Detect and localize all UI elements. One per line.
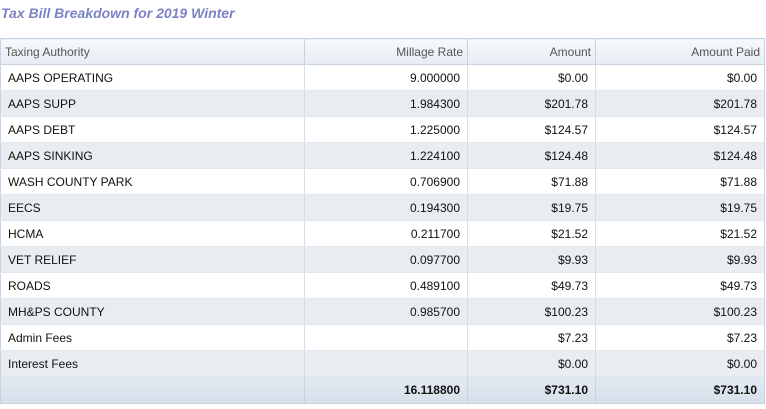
cell-amount-paid: $100.23 xyxy=(595,298,765,325)
totals-row: 16.118800 $731.10 $731.10 xyxy=(0,376,765,404)
cell-amount: $7.23 xyxy=(467,324,596,351)
column-header-taxing-authority[interactable]: Taxing Authority xyxy=(0,38,305,65)
cell-taxing-authority: WASH COUNTY PARK xyxy=(0,168,305,195)
total-millage-rate: 16.118800 xyxy=(304,376,468,404)
table-row: Interest Fees $0.00 $0.00 xyxy=(0,350,765,377)
cell-amount: $201.78 xyxy=(467,90,596,117)
table-header-row: Taxing Authority Millage Rate Amount Amo… xyxy=(0,38,765,65)
cell-amount-paid: $21.52 xyxy=(595,220,765,247)
cell-amount-paid: $124.48 xyxy=(595,142,765,169)
cell-amount: $124.48 xyxy=(467,142,596,169)
table-row: AAPS DEBT 1.225000 $124.57 $124.57 xyxy=(0,116,765,143)
cell-taxing-authority: EECS xyxy=(0,194,305,221)
cell-millage-rate: 0.985700 xyxy=(304,298,468,325)
tax-breakdown-table: Taxing Authority Millage Rate Amount Amo… xyxy=(0,38,765,404)
table-row: AAPS SUPP 1.984300 $201.78 $201.78 xyxy=(0,90,765,117)
cell-amount-paid: $124.57 xyxy=(595,116,765,143)
cell-amount: $71.88 xyxy=(467,168,596,195)
cell-millage-rate: 0.194300 xyxy=(304,194,468,221)
cell-amount-paid: $0.00 xyxy=(595,350,765,377)
cell-amount-paid: $201.78 xyxy=(595,90,765,117)
cell-millage-rate: 9.000000 xyxy=(304,64,468,91)
cell-millage-rate: 1.984300 xyxy=(304,90,468,117)
cell-amount: $124.57 xyxy=(467,116,596,143)
cell-amount: $9.93 xyxy=(467,246,596,273)
cell-millage-rate: 0.097700 xyxy=(304,246,468,273)
cell-millage-rate xyxy=(304,324,468,351)
cell-millage-rate: 1.224100 xyxy=(304,142,468,169)
cell-taxing-authority: MH&PS COUNTY xyxy=(0,298,305,325)
cell-taxing-authority: AAPS SINKING xyxy=(0,142,305,169)
cell-amount-paid: $7.23 xyxy=(595,324,765,351)
table-row: EECS 0.194300 $19.75 $19.75 xyxy=(0,194,765,221)
cell-amount: $21.52 xyxy=(467,220,596,247)
table-row: HCMA 0.211700 $21.52 $21.52 xyxy=(0,220,765,247)
cell-taxing-authority: VET RELIEF xyxy=(0,246,305,273)
cell-amount-paid: $9.93 xyxy=(595,246,765,273)
cell-millage-rate: 1.225000 xyxy=(304,116,468,143)
table-row: VET RELIEF 0.097700 $9.93 $9.93 xyxy=(0,246,765,273)
column-header-millage-rate[interactable]: Millage Rate xyxy=(304,38,468,65)
cell-amount-paid: $49.73 xyxy=(595,272,765,299)
cell-amount: $19.75 xyxy=(467,194,596,221)
cell-amount-paid: $71.88 xyxy=(595,168,765,195)
page-title: Tax Bill Breakdown for 2019 Winter xyxy=(1,5,235,21)
total-amount-paid: $731.10 xyxy=(595,376,765,404)
cell-amount-paid: $19.75 xyxy=(595,194,765,221)
cell-amount: $0.00 xyxy=(467,350,596,377)
table-row: ROADS 0.489100 $49.73 $49.73 xyxy=(0,272,765,299)
table-row: Admin Fees $7.23 $7.23 xyxy=(0,324,765,351)
table-row: AAPS OPERATING 9.000000 $0.00 $0.00 xyxy=(0,64,765,91)
cell-taxing-authority: AAPS OPERATING xyxy=(0,64,305,91)
column-header-amount[interactable]: Amount xyxy=(467,38,596,65)
column-header-amount-paid[interactable]: Amount Paid xyxy=(595,38,765,65)
cell-taxing-authority: Admin Fees xyxy=(0,324,305,351)
cell-taxing-authority: AAPS DEBT xyxy=(0,116,305,143)
cell-amount-paid: $0.00 xyxy=(595,64,765,91)
table-row: MH&PS COUNTY 0.985700 $100.23 $100.23 xyxy=(0,298,765,325)
table-row: AAPS SINKING 1.224100 $124.48 $124.48 xyxy=(0,142,765,169)
tax-bill-page: Tax Bill Breakdown for 2019 Winter Taxin… xyxy=(0,0,766,409)
cell-taxing-authority: Interest Fees xyxy=(0,350,305,377)
total-amount: $731.10 xyxy=(467,376,596,404)
cell-taxing-authority: HCMA xyxy=(0,220,305,247)
cell-millage-rate: 0.706900 xyxy=(304,168,468,195)
cell-amount: $0.00 xyxy=(467,64,596,91)
cell-taxing-authority: AAPS SUPP xyxy=(0,90,305,117)
total-label-cell xyxy=(0,376,305,404)
cell-millage-rate xyxy=(304,350,468,377)
cell-taxing-authority: ROADS xyxy=(0,272,305,299)
table-row: WASH COUNTY PARK 0.706900 $71.88 $71.88 xyxy=(0,168,765,195)
cell-amount: $49.73 xyxy=(467,272,596,299)
cell-millage-rate: 0.489100 xyxy=(304,272,468,299)
cell-amount: $100.23 xyxy=(467,298,596,325)
cell-millage-rate: 0.211700 xyxy=(304,220,468,247)
table-body: AAPS OPERATING 9.000000 $0.00 $0.00 AAPS… xyxy=(0,64,765,377)
